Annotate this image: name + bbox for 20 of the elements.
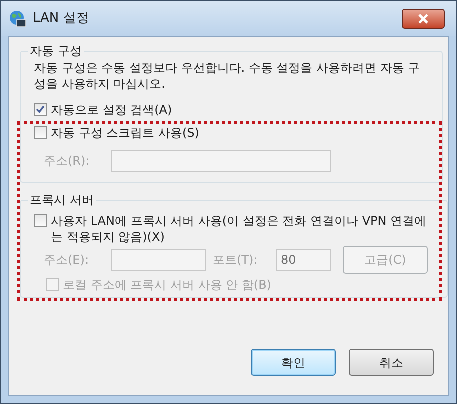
checkmark-icon	[36, 105, 45, 114]
checkbox-label: 사용자 LAN에 프록시 서버 사용(이 설정은 전화 연결이나 VPN 연결에는 적용되지 않음)(X)	[51, 213, 428, 245]
close-icon	[418, 14, 429, 24]
checkbox[interactable]	[34, 103, 47, 116]
checkbox-label: 로컬 주소에 프록시 서버 사용 안 함(B)	[63, 277, 272, 293]
description-text: 자동 구성은 수동 설정보다 우선합니다. 수동 설정을 사용하려면 자동 구성을 사용하지 마십시오.	[34, 60, 422, 92]
window-title: LAN 설정	[33, 10, 90, 28]
group-title: 자동 구성	[29, 43, 83, 60]
field-label: 주소(R):	[44, 153, 91, 170]
dialog-button[interactable]: 확인	[251, 349, 336, 376]
checkbox[interactable]	[34, 214, 47, 227]
globe-icon	[9, 10, 27, 28]
checkbox[interactable]	[34, 126, 47, 139]
field-label: 포트(T):	[213, 252, 259, 269]
checkbox-label: 자동 구성 스크립트 사용(S)	[51, 125, 200, 141]
group-title: 프록시 서버	[29, 192, 95, 209]
field-label: 주소(E):	[44, 252, 90, 269]
close-button[interactable]	[402, 8, 445, 28]
dialog-button[interactable]: 취소	[349, 349, 434, 376]
checkbox-label: 자동으로 설정 검색(A)	[51, 102, 172, 118]
